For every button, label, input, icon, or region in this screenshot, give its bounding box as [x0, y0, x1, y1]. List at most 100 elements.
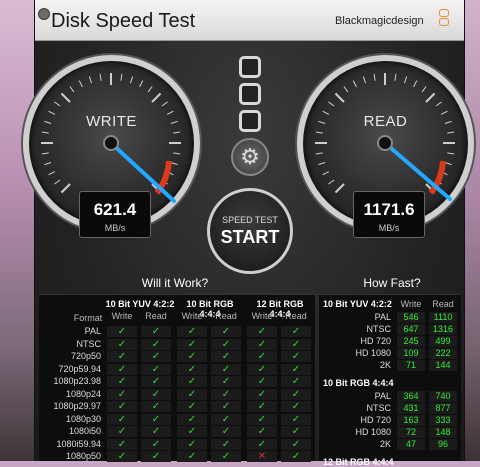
write-readout: 621.4 MB/s — [79, 191, 151, 238]
check-icon: ✓ — [107, 351, 137, 362]
gauge-tick — [44, 161, 52, 166]
speed-group-header: 10 Bit RGB 4:4:4 — [323, 378, 394, 388]
speed-group-header: 12 Bit RGB 4:4:4 — [323, 457, 394, 467]
start-button[interactable]: SPEED TEST START — [207, 188, 293, 274]
gauge-tick — [413, 80, 418, 88]
write-speed-value: 546 — [397, 312, 425, 323]
write-speed-value: 109 — [397, 348, 425, 359]
check-icon: ✓ — [141, 338, 171, 350]
gauge-tick — [69, 86, 75, 93]
check-icon: ✓ — [141, 376, 171, 387]
gauge-tick — [161, 101, 168, 107]
check-icon: ✓ — [107, 376, 137, 387]
speed-row-label: NTSC — [366, 403, 392, 413]
format-row-label: 1080p23.98 — [53, 376, 101, 386]
check-icon: ✓ — [211, 351, 241, 362]
brand-name: Blackmagicdesign — [335, 15, 424, 27]
read-gauge-label: READ — [363, 113, 408, 130]
write-speed-value: 364 — [397, 391, 425, 402]
write-column-header: Write — [400, 299, 422, 309]
write-unit: MB/s — [104, 223, 126, 233]
slot-icon[interactable] — [239, 110, 261, 132]
check-icon: ✓ — [247, 426, 277, 437]
target-disk-slots[interactable] — [235, 56, 265, 137]
check-icon: ✓ — [211, 438, 241, 450]
gear-icon: ⚙ — [240, 144, 260, 169]
read-column-header: Read — [285, 311, 307, 321]
check-icon: ✓ — [177, 363, 207, 375]
check-icon: ✓ — [211, 413, 241, 425]
will-it-work-title: Will it Work? — [141, 276, 209, 290]
read-speed-value: 333 — [429, 415, 457, 426]
check-icon: ✓ — [177, 338, 207, 350]
read-speed-value: 499 — [429, 336, 457, 347]
write-column-header: Write — [111, 311, 133, 321]
check-icon: ✓ — [281, 413, 311, 425]
check-icon: ✓ — [247, 363, 277, 375]
gauge-tick — [421, 86, 427, 93]
gauge-tick — [99, 73, 102, 81]
close-window-button[interactable] — [38, 8, 50, 20]
check-icon: ✓ — [281, 376, 311, 387]
write-gauge: WRITE 621.4 MB/s — [23, 55, 200, 238]
check-icon: ✓ — [281, 351, 311, 362]
check-icon: ✓ — [141, 438, 171, 450]
check-icon: ✓ — [211, 376, 241, 387]
read-speed-value: 740 — [429, 391, 457, 402]
app-title: Disk Speed Test — [51, 10, 196, 32]
speed-row-label: NTSC — [366, 324, 392, 334]
check-icon: ✓ — [177, 413, 207, 425]
cross-icon: ✕ — [247, 451, 277, 462]
write-speed-value: 72 — [397, 427, 425, 438]
format-row-label: 720p59.94 — [58, 363, 101, 374]
check-icon: ✓ — [107, 338, 137, 350]
check-icon: ✓ — [141, 451, 171, 462]
check-icon: ✓ — [107, 426, 137, 437]
format-row-label: NTSC — [76, 338, 102, 349]
gauge-tick — [41, 131, 49, 134]
read-column-header: Read — [432, 299, 454, 309]
write-value: 621.4 — [93, 200, 137, 219]
write-column-header: Write — [181, 311, 203, 321]
gauge-tick — [78, 80, 83, 88]
speed-row-label: HD 720 — [360, 336, 391, 346]
read-speed-value: 1110 — [429, 312, 457, 323]
check-icon: ✓ — [281, 388, 311, 400]
gauge-tick — [334, 92, 345, 103]
slot-icon[interactable] — [239, 56, 261, 78]
brand-logo-icon — [439, 9, 449, 27]
gauge-tick — [318, 161, 326, 166]
format-row-label: 720p50 — [70, 351, 101, 361]
read-speed-value: 144 — [429, 360, 457, 371]
read-column-header: Read — [215, 311, 237, 321]
gauge-tick — [120, 73, 123, 81]
slot-icon[interactable] — [239, 83, 261, 105]
gauge-tick — [362, 76, 367, 84]
check-icon: ✓ — [177, 351, 207, 362]
title-bar[interactable]: Disk Speed Test Blackmagicdesign — [35, 0, 464, 41]
read-column-header: Read — [145, 311, 167, 321]
gauge-tick — [173, 131, 181, 134]
gauge-tick — [334, 183, 345, 194]
how-fast-title: How Fast? — [363, 276, 421, 290]
write-gauge-label: WRITE — [86, 113, 137, 130]
gauge-tick — [444, 161, 452, 166]
speed-row-label: 2K — [379, 360, 391, 370]
gauge-tick — [88, 76, 93, 84]
settings-button[interactable]: ⚙ — [231, 138, 269, 176]
check-icon: ✓ — [141, 351, 171, 362]
how-fast-panel: 10 Bit YUV 4:2:2 Write Read PAL 546 1110 NTSC 6… — [319, 294, 461, 467]
format-row-label: 1080p29.97 — [53, 401, 101, 411]
check-icon: ✓ — [107, 451, 137, 462]
check-icon: ✓ — [107, 363, 137, 375]
read-readout: 1171.6 MB/s — [353, 191, 425, 238]
write-column-header: Write — [251, 311, 273, 321]
speed-row-label: HD 1080 — [355, 348, 391, 358]
check-icon: ✓ — [177, 326, 207, 337]
speed-group-header: 10 Bit YUV 4:2:2 — [323, 299, 392, 309]
format-row-label: 1080p30 — [65, 413, 101, 424]
gauge-tick — [425, 92, 436, 103]
gauge-tick — [352, 80, 357, 88]
gauge-tick — [447, 152, 455, 155]
gauge-tick — [170, 161, 178, 166]
